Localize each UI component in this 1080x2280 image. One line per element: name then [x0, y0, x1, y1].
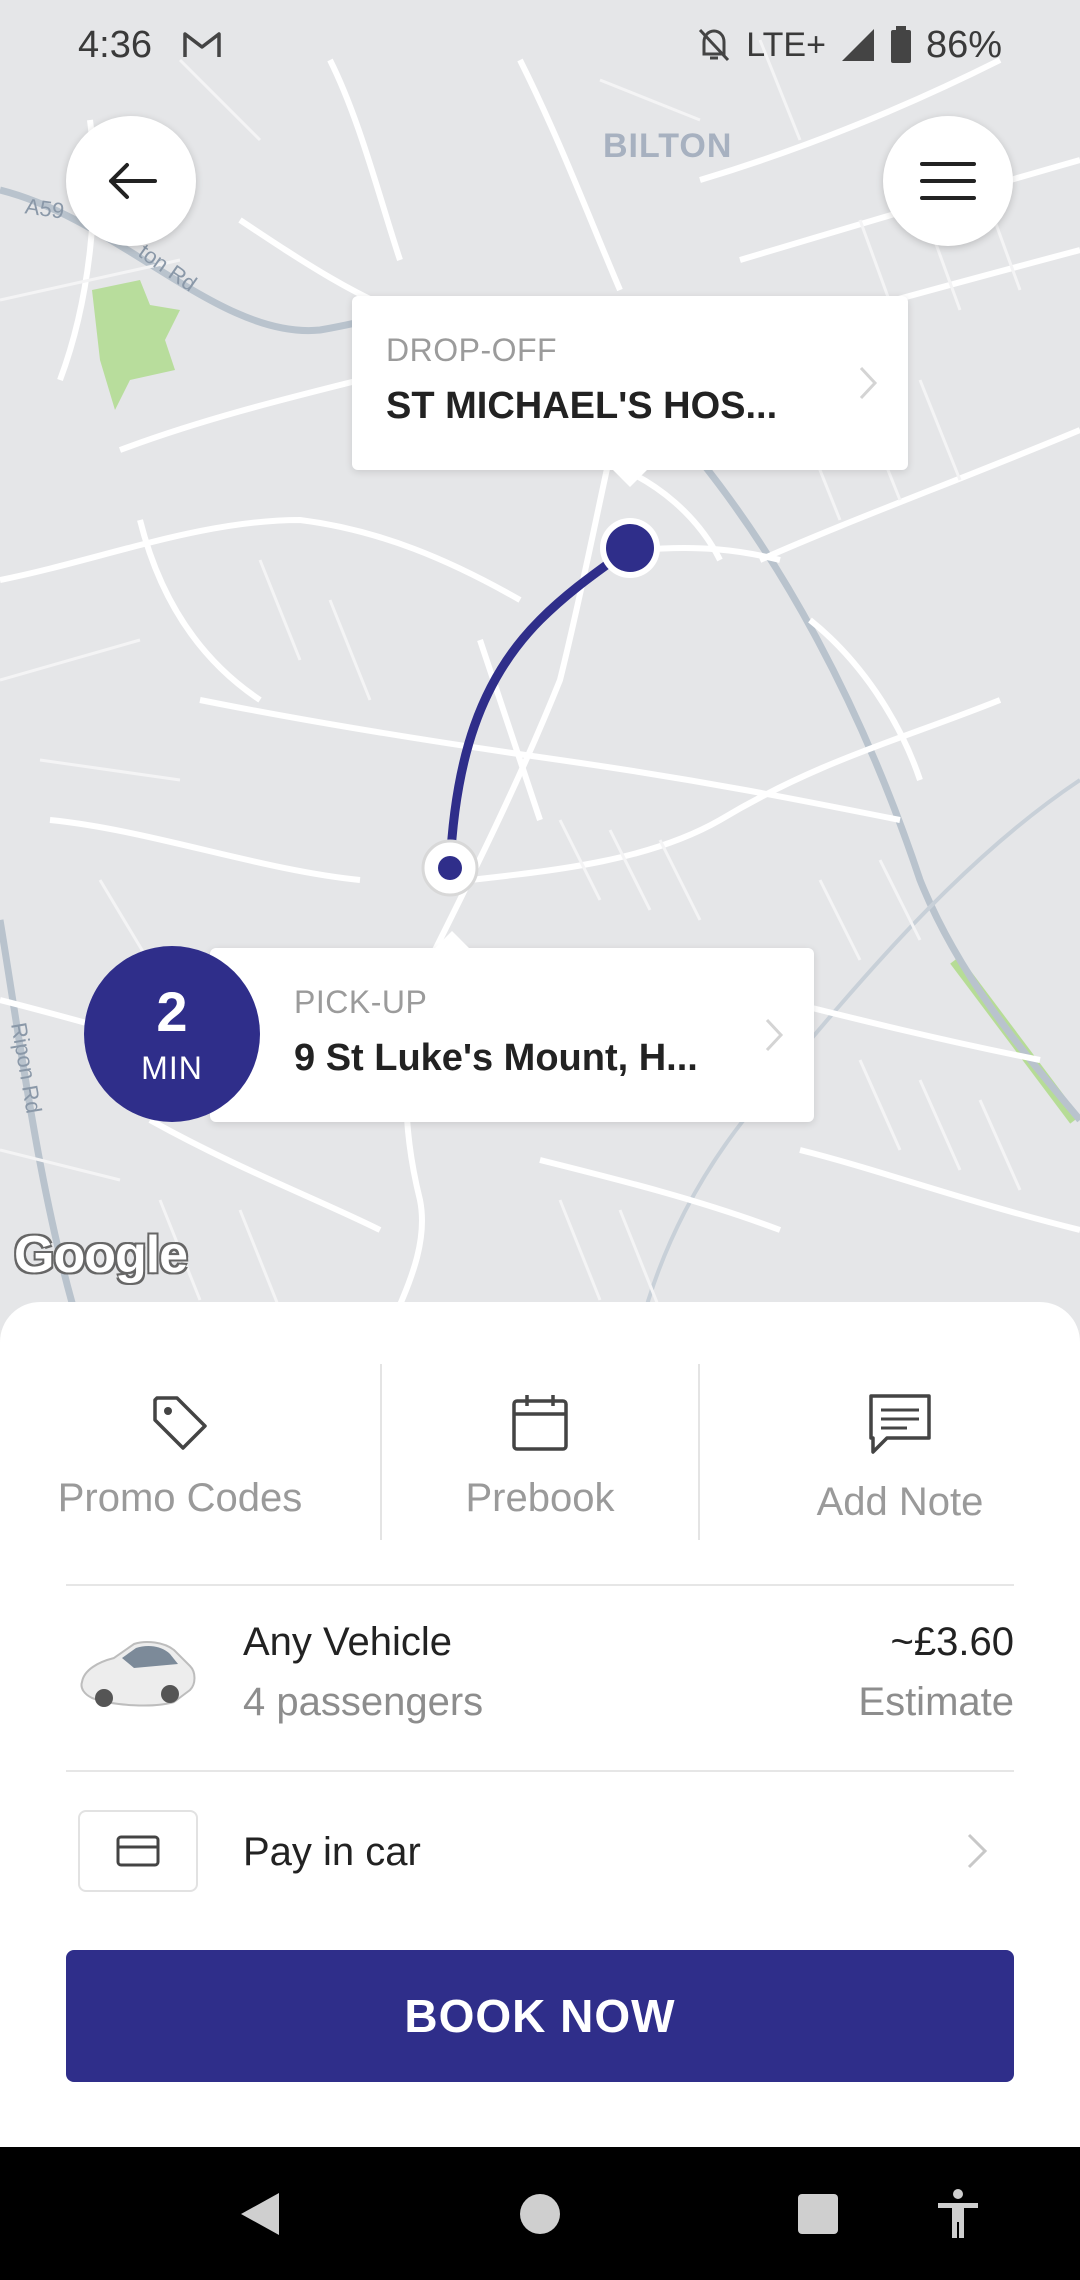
- mute-icon: [699, 28, 730, 62]
- prebook-button[interactable]: Prebook: [360, 1364, 720, 1540]
- promo-codes-button[interactable]: Promo Codes: [0, 1364, 360, 1540]
- dropoff-address: ST MICHAEL'S HOS...: [386, 385, 778, 427]
- pickup-card[interactable]: PICK-UP 9 St Luke's Mount, H...: [210, 931, 814, 1122]
- fare-estimate-label: Estimate: [858, 1680, 1014, 1724]
- nav-home-button[interactable]: [500, 2147, 580, 2280]
- divider: [66, 1770, 1014, 1772]
- vehicle-passengers: 4 passengers: [243, 1680, 484, 1724]
- nav-recents-button[interactable]: [778, 2147, 858, 2280]
- action-row: Promo Codes Prebook Add Note: [0, 1364, 1080, 1540]
- menu-button[interactable]: [883, 116, 1013, 246]
- circle-home-icon: [520, 2193, 560, 2234]
- divider: [698, 1364, 700, 1540]
- car-icon: [80, 1641, 196, 1707]
- chevron-right-icon: [859, 366, 878, 400]
- accessibility-button[interactable]: [918, 2147, 998, 2280]
- eta-value: 2: [156, 979, 188, 1043]
- status-time: 4:36: [78, 23, 152, 66]
- nav-back-button[interactable]: [220, 2147, 300, 2280]
- payment-option[interactable]: Pay in car: [66, 1808, 1014, 1894]
- chevron-right-icon: [967, 1833, 988, 1869]
- system-nav-bar: [0, 2147, 1080, 2280]
- promo-codes-label: Promo Codes: [57, 1476, 303, 1520]
- battery-level: 86%: [925, 23, 1002, 66]
- add-note-label: Add Note: [816, 1480, 984, 1524]
- prebook-label: Prebook: [465, 1476, 615, 1520]
- status-bar: 4:36 LTE+ 86%: [0, 0, 1080, 90]
- vehicle-name: Any Vehicle: [243, 1620, 453, 1664]
- accessibility-icon: [938, 2188, 978, 2238]
- dropoff-card[interactable]: DROP-OFF ST MICHAEL'S HOS...: [352, 296, 908, 487]
- book-now-button[interactable]: BOOK NOW: [66, 1950, 1014, 2082]
- eta-unit: MIN: [141, 1049, 203, 1086]
- divider: [66, 1584, 1014, 1586]
- tag-icon: [153, 1396, 207, 1450]
- back-button[interactable]: [66, 116, 196, 246]
- eta-badge: 2 MIN: [84, 946, 260, 1122]
- area-label: BILTON: [603, 127, 733, 165]
- pickup-heading: PICK-UP: [294, 984, 428, 1020]
- vehicle-option[interactable]: Any Vehicle 4 passengers ~£3.60 Estimate: [66, 1610, 1014, 1738]
- square-recents-icon: [798, 2193, 838, 2234]
- google-logo: Google: [14, 1226, 188, 1284]
- network-type: LTE+: [746, 25, 826, 64]
- road-label-a59: A59: [23, 193, 66, 224]
- divider: [380, 1364, 382, 1540]
- fare-price: ~£3.60: [890, 1620, 1014, 1664]
- payment-icon-box: [78, 1810, 198, 1892]
- chevron-right-icon: [765, 1018, 784, 1052]
- triangle-back-icon: [241, 2192, 279, 2235]
- arrow-left-icon: [109, 163, 157, 199]
- payment-label: Pay in car: [243, 1830, 421, 1874]
- note-icon: [869, 1394, 931, 1454]
- pickup-address: 9 St Luke's Mount, H...: [294, 1037, 698, 1079]
- credit-card-icon: [116, 1835, 160, 1867]
- add-note-button[interactable]: Add Note: [720, 1364, 1080, 1540]
- signal-icon: [841, 29, 874, 61]
- map-view[interactable]: BILTON A59 ton Rd Ripon Rd DROP-OFF ST M…: [0, 0, 1080, 1330]
- dropoff-heading: DROP-OFF: [386, 332, 558, 368]
- battery-icon: [890, 26, 911, 63]
- hamburger-menu-icon: [920, 162, 976, 200]
- gmail-icon: [183, 32, 221, 57]
- calendar-icon: [512, 1395, 568, 1451]
